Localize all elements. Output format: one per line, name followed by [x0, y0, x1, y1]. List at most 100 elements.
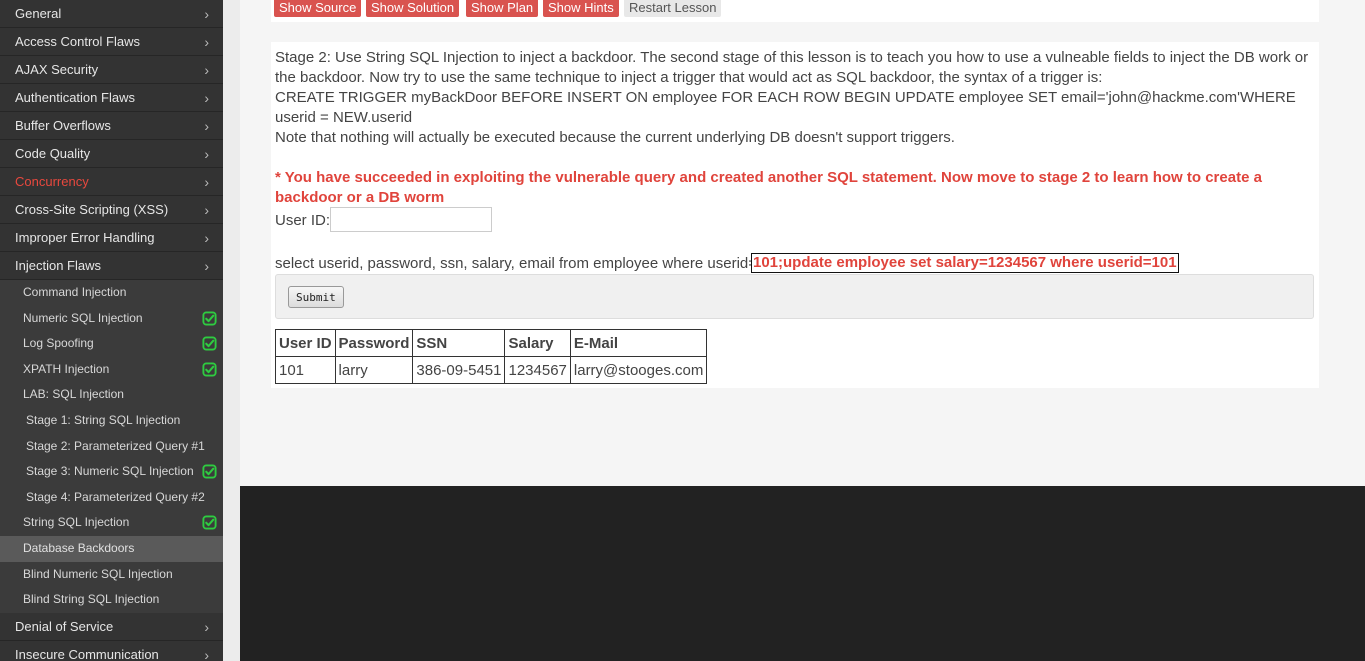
column-header-ssn: SSN — [412, 329, 506, 357]
table-cell: larry — [334, 356, 414, 384]
sidebar-category-denial-of-service[interactable]: Denial of Service › — [0, 612, 223, 641]
check-circle-icon — [202, 361, 217, 377]
lesson-toolbar: Show Source Show Solution Show Plan Show… — [271, 0, 1319, 22]
check-circle-icon — [202, 310, 217, 326]
sidebar-item-label: LAB: SQL Injection — [23, 387, 124, 402]
chevron-right-icon: › — [204, 90, 209, 106]
sidebar-category-improper-error-handling[interactable]: Improper Error Handling › — [0, 224, 223, 252]
sidebar-item-label: Stage 2: Parameterized Query #1 — [26, 438, 205, 453]
table-cell: 101 — [275, 356, 336, 384]
sidebar-category-access-control-flaws[interactable]: Access Control Flaws › — [0, 28, 223, 56]
sidebar-item-label: String SQL Injection — [23, 515, 130, 530]
show-plan-button[interactable]: Show Plan — [466, 0, 539, 17]
sidebar-nav: General › Access Control Flaws › AJAX Securi… — [0, 0, 223, 661]
chevron-right-icon: › — [204, 118, 209, 134]
column-header-password: Password — [334, 329, 414, 357]
restart-lesson-button[interactable]: Restart Lesson — [624, 0, 722, 17]
sidebar-category-label: Concurrency — [15, 174, 89, 189]
sidebar-item-lab-sql-injection[interactable]: LAB: SQL Injection — [0, 382, 223, 408]
sidebar-item-stage-2-parameterized-query-1[interactable]: Stage 2: Parameterized Query #1 — [0, 433, 223, 460]
table-cell: 1234567 — [504, 356, 571, 384]
sidebar-item-label: Stage 1: String SQL Injection — [26, 412, 181, 427]
sidebar-category-label: Improper Error Handling — [15, 230, 155, 245]
sidebar-category-label: AJAX Security — [15, 62, 99, 77]
sidebar-category-label: Access Control Flaws — [15, 34, 140, 49]
table-body: 101 larry 386-09-5451 1234567 larry@stooges.… — [275, 356, 708, 384]
column-header-salary: Salary — [504, 329, 571, 357]
show-solution-button[interactable]: Show Solution — [366, 0, 460, 17]
sidebar-item-database-backdoors[interactable]: Database Backdoors — [0, 535, 223, 562]
sidebar-item-numeric-sql-injection[interactable]: Numeric SQL Injection — [0, 305, 223, 332]
sidebar-item-label: Blind Numeric SQL Injection — [23, 566, 173, 581]
sidebar-category-label: Buffer Overflows — [15, 118, 111, 133]
stage-description: Stage 2: Use String SQL Injection to inj… — [275, 49, 1309, 86]
userid-label: User ID: — [275, 212, 331, 229]
sidebar-category-concurrency[interactable]: Concurrency › — [0, 168, 223, 196]
show-hints-button[interactable]: Show Hints — [543, 0, 619, 17]
table-row: 101 larry 386-09-5451 1234567 larry@stooges.… — [275, 356, 708, 384]
sidebar-item-command-injection[interactable]: Command Injection — [0, 280, 223, 306]
userid-input[interactable] — [330, 207, 492, 232]
check-circle-icon — [202, 514, 217, 530]
sidebar-item-label: Stage 4: Parameterized Query #2 — [26, 489, 205, 504]
lesson-content: Stage 2: Use String SQL Injection to inj… — [271, 42, 1319, 388]
sidebar-category-authentication-flaws[interactable]: Authentication Flaws › — [0, 84, 223, 112]
chevron-right-icon: › — [204, 146, 209, 162]
sidebar-item-stage-3-numeric-sql-injection[interactable]: Stage 3: Numeric SQL Injection — [0, 459, 223, 485]
chevron-right-icon: › — [204, 6, 209, 22]
sidebar-category-label: Denial of Service — [15, 618, 114, 634]
sidebar-category-code-quality[interactable]: Code Quality › — [0, 140, 223, 168]
sidebar-category-ajax-security[interactable]: AJAX Security › — [0, 56, 223, 84]
check-circle-icon — [202, 463, 217, 479]
chevron-right-icon: › — [204, 230, 209, 246]
sidebar-category-label: Cross-Site Scripting (XSS) — [15, 202, 169, 217]
success-message: * You have succeeded in exploiting the v… — [275, 169, 1262, 206]
sidebar-category-cross-site-scripting-xss[interactable]: Cross-Site Scripting (XSS) › — [0, 196, 223, 224]
sidebar-item-label: XPATH Injection — [23, 361, 110, 376]
chevron-right-icon: › — [204, 174, 209, 190]
sidebar-item-xpath-injection[interactable]: XPATH Injection — [0, 356, 223, 383]
sidebar-item-stage-1-string-sql-injection[interactable]: Stage 1: String SQL Injection — [0, 407, 223, 434]
sidebar-item-label: Database Backdoors — [23, 540, 135, 555]
results-table: User ID Password SSN Salary E-Mail 101 larry 3… — [275, 329, 708, 384]
sidebar-category-label: General — [15, 6, 62, 21]
chevron-right-icon: › — [204, 202, 209, 218]
sidebar-item-label: Blind String SQL Injection — [23, 592, 160, 607]
sidebar-item-label: Stage 3: Numeric SQL Injection — [26, 464, 194, 479]
chevron-right-icon: › — [204, 258, 209, 274]
injected-query-field[interactable]: 101;update employee set salary=1234567 w… — [751, 253, 1179, 273]
check-circle-icon — [202, 335, 217, 351]
column-header-user-id: User ID — [275, 329, 336, 357]
submit-panel: Submit — [275, 274, 1314, 319]
chevron-right-icon: › — [204, 62, 209, 78]
sidebar-category-label: Insecure Communication — [15, 646, 159, 661]
footer-dark-area — [240, 486, 1365, 661]
table-cell: larry@stooges.com — [569, 356, 708, 384]
sidebar-category-injection-flaws[interactable]: Injection Flaws › — [0, 252, 223, 280]
sidebar-item-blind-numeric-sql-injection[interactable]: Blind Numeric SQL Injection — [0, 561, 223, 588]
sidebar-item-label: Numeric SQL Injection — [23, 310, 143, 325]
sidebar-category-insecure-communication[interactable]: Insecure Communication › — [0, 640, 223, 661]
sidebar-item-label: Log Spoofing — [23, 336, 94, 351]
sidebar-category-label: Code Quality — [15, 146, 91, 161]
query-prefix: select userid, password, ssn, salary, em… — [275, 255, 758, 272]
sidebar-category-label: Injection Flaws — [15, 258, 101, 273]
sidebar-category-general[interactable]: General › — [0, 0, 223, 28]
sidebar-category-label: Authentication Flaws — [15, 90, 135, 105]
sidebar-category-buffer-overflows[interactable]: Buffer Overflows › — [0, 112, 223, 140]
trigger-syntax: CREATE TRIGGER myBackDoor BEFORE INSERT … — [275, 89, 1296, 126]
table-cell: 386-09-5451 — [412, 356, 506, 384]
sidebar-item-string-sql-injection[interactable]: String SQL Injection — [0, 510, 223, 536]
chevron-right-icon: › — [204, 646, 209, 661]
table-header-row: User ID Password SSN Salary E-Mail — [275, 329, 708, 357]
sidebar-item-label: Command Injection — [23, 285, 127, 299]
submit-button[interactable]: Submit — [288, 286, 344, 308]
column-header-e-mail: E-Mail — [569, 329, 708, 357]
show-source-button[interactable]: Show Source — [274, 0, 362, 17]
sidebar-item-blind-string-sql-injection[interactable]: Blind String SQL Injection — [0, 587, 223, 613]
chevron-right-icon: › — [204, 618, 209, 635]
sidebar-item-log-spoofing[interactable]: Log Spoofing — [0, 331, 223, 357]
sidebar-item-stage-4-parameterized-query-2[interactable]: Stage 4: Parameterized Query #2 — [0, 484, 223, 511]
sidebar-gutter — [223, 0, 240, 661]
chevron-right-icon: › — [204, 34, 209, 50]
